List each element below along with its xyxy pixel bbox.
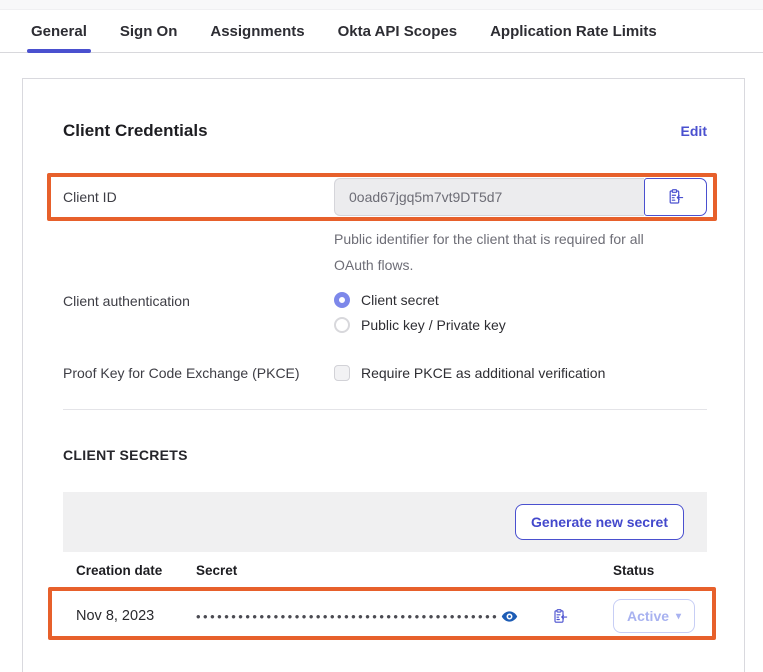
radio-public-private-key-label: Public key / Private key	[361, 317, 506, 333]
radio-selected-icon[interactable]	[334, 292, 350, 308]
radio-unselected-icon[interactable]	[334, 317, 350, 333]
client-id-row: Client ID 0oad67jgq5m7vt9DT5d7	[63, 178, 707, 216]
header-secret: Secret	[196, 563, 613, 578]
client-id-field[interactable]: 0oad67jgq5m7vt9DT5d7	[334, 178, 644, 216]
tab-okta-api-scopes-label: Okta API Scopes	[338, 23, 458, 40]
chevron-down-icon: ▾	[676, 611, 681, 622]
copy-secret-icon[interactable]	[552, 608, 568, 625]
reveal-secret-eye-icon[interactable]	[501, 608, 518, 625]
secrets-table-header: Creation date Secret Status	[63, 552, 707, 590]
radio-client-secret-label: Client secret	[361, 292, 439, 308]
clipboard-copy-icon	[667, 188, 684, 206]
tab-general-label: General	[31, 23, 87, 40]
secret-table-row: Nov 8, 2023 ••••••••••••••••••••••••••••…	[63, 590, 707, 642]
client-id-value: 0oad67jgq5m7vt9DT5d7	[349, 189, 502, 205]
tab-bar: General Sign On Assignments Okta API Sco…	[0, 10, 763, 53]
tab-general[interactable]: General	[31, 10, 87, 52]
card-header: Client Credentials Edit	[63, 121, 707, 141]
client-id-field-group: 0oad67jgq5m7vt9DT5d7	[334, 178, 707, 216]
pkce-checkbox-option[interactable]: Require PKCE as additional verification	[334, 365, 605, 381]
client-authentication-row: Client authentication Client secret Publ…	[63, 292, 707, 333]
copy-client-id-button[interactable]	[644, 178, 707, 216]
client-authentication-label: Client authentication	[63, 292, 334, 309]
top-strip	[0, 0, 763, 10]
card-title: Client Credentials	[63, 121, 208, 141]
secret-creation-date: Nov 8, 2023	[63, 608, 196, 624]
header-status: Status	[613, 563, 707, 578]
tab-assignments[interactable]: Assignments	[210, 10, 304, 52]
status-active-dropdown[interactable]: Active ▾	[613, 599, 695, 633]
tab-sign-on-label: Sign On	[120, 23, 178, 40]
edit-link[interactable]: Edit	[681, 123, 707, 139]
radio-option-client-secret[interactable]: Client secret	[334, 292, 506, 308]
tab-assignments-label: Assignments	[210, 23, 304, 40]
header-creation-date: Creation date	[63, 563, 196, 578]
client-credentials-card: Client Credentials Edit Client ID 0oad67…	[22, 78, 745, 672]
pkce-row: Proof Key for Code Exchange (PKCE) Requi…	[63, 365, 707, 381]
tab-application-rate-limits-label: Application Rate Limits	[490, 23, 657, 40]
section-divider	[63, 409, 707, 410]
radio-option-public-private-key[interactable]: Public key / Private key	[334, 317, 506, 333]
client-secrets-toolbar: Generate new secret	[63, 492, 707, 552]
masked-secret-value: ••••••••••••••••••••••••••••••••••••••••…	[196, 609, 499, 624]
status-active-label: Active	[627, 608, 669, 624]
pkce-label: Proof Key for Code Exchange (PKCE)	[63, 365, 334, 381]
tab-okta-api-scopes[interactable]: Okta API Scopes	[338, 10, 458, 52]
client-secrets-heading: CLIENT SECRETS	[63, 447, 707, 463]
pkce-checkbox-label: Require PKCE as additional verification	[361, 365, 605, 381]
secret-cell: ••••••••••••••••••••••••••••••••••••••••…	[196, 608, 613, 625]
generate-new-secret-button[interactable]: Generate new secret	[515, 504, 684, 540]
client-id-label: Client ID	[63, 189, 334, 205]
tab-sign-on[interactable]: Sign On	[120, 10, 178, 52]
client-authentication-options: Client secret Public key / Private key	[334, 292, 506, 333]
status-cell: Active ▾	[613, 599, 707, 633]
okta-app-settings-page: General Sign On Assignments Okta API Sco…	[0, 0, 763, 672]
tab-application-rate-limits[interactable]: Application Rate Limits	[490, 10, 657, 52]
checkbox-unchecked-icon[interactable]	[334, 365, 350, 381]
client-id-helper-text: Public identifier for the client that is…	[334, 226, 684, 278]
